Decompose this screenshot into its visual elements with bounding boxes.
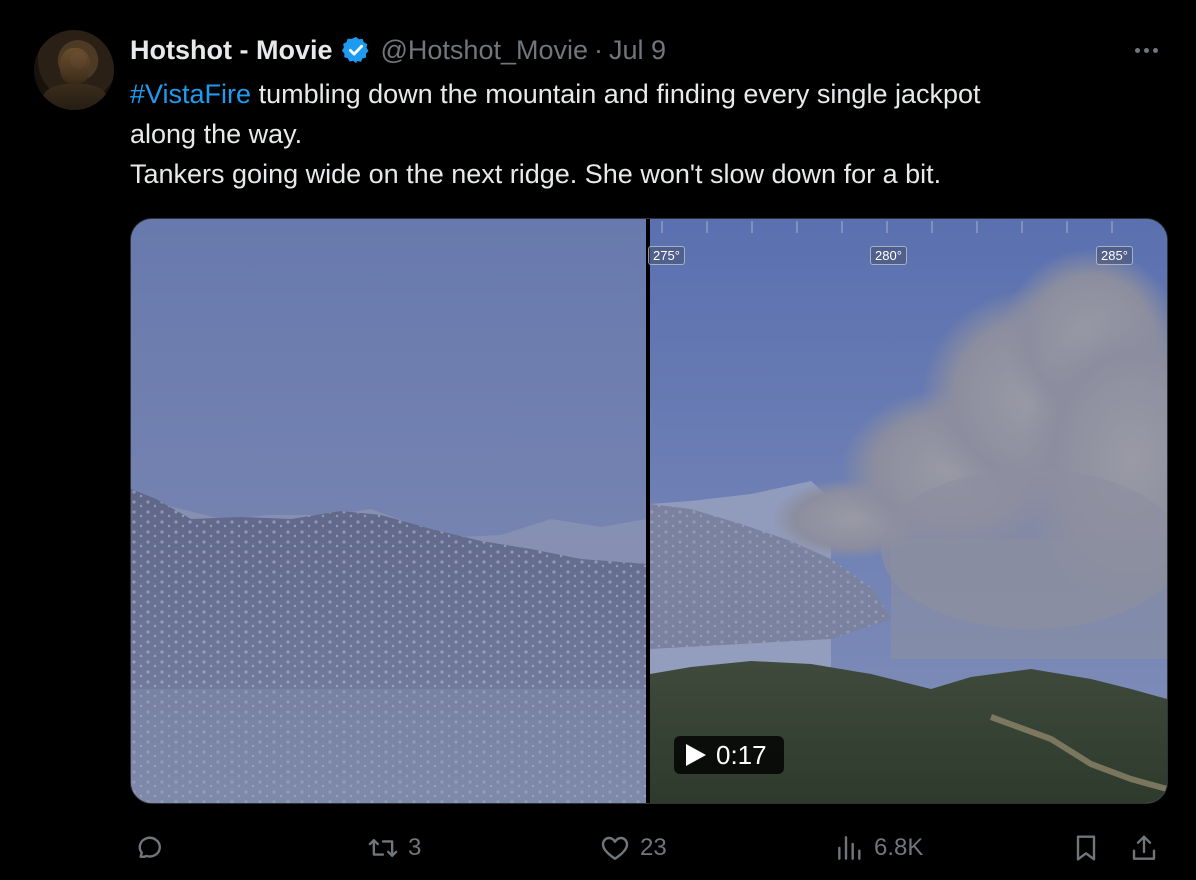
views-count: 6.8K [874, 834, 924, 861]
play-icon [686, 744, 706, 766]
avatar[interactable] [34, 30, 114, 110]
reply-icon [138, 836, 161, 859]
compass-label-275: 275° [648, 246, 685, 265]
tweet-header: Hotshot - Movie @Hotshot_Movie · Jul 9 [130, 30, 666, 70]
retweet-icon [368, 838, 398, 858]
tweet-text-line-1-rest: tumbling down the mountain and finding e… [251, 79, 981, 109]
views-chart-icon [838, 836, 861, 860]
verified-badge-icon [341, 35, 371, 65]
reply-button[interactable] [134, 828, 174, 868]
tweet-card[interactable]: Hotshot - Movie @Hotshot_Movie · Jul 9 #… [0, 0, 1196, 880]
tweet-text-line-2: along the way. [130, 119, 303, 149]
video-duration: 0:17 [716, 739, 767, 770]
share-button[interactable] [1128, 828, 1160, 868]
tweet-text: #VistaFire tumbling down the mountain an… [130, 74, 1160, 194]
views-button[interactable]: 6.8K [834, 828, 923, 868]
compass-label-280: 280° [870, 246, 907, 265]
tweet-text-line-3: Tankers going wide on the next ridge. Sh… [130, 159, 942, 189]
bookmark-icon [1076, 835, 1096, 861]
like-count: 23 [640, 834, 667, 861]
more-options-icon[interactable] [1128, 36, 1164, 64]
compass-label-285: 285° [1096, 246, 1133, 265]
retweet-count: 3 [408, 834, 422, 861]
video-duration-badge[interactable]: 0:17 [674, 736, 784, 774]
retweet-button[interactable]: 3 [366, 828, 421, 868]
video-media[interactable] [130, 218, 1168, 804]
bookmark-button[interactable] [1070, 828, 1102, 868]
tweet-date[interactable]: Jul 9 [609, 35, 666, 66]
like-button[interactable]: 23 [598, 828, 667, 868]
hashtag-link[interactable]: #VistaFire [130, 79, 251, 109]
action-bar: 3 23 6.8K [0, 828, 1196, 868]
share-icon [1132, 835, 1156, 860]
tweet-text-line-1: #VistaFire tumbling down the mountain an… [130, 74, 1160, 114]
video-frame [131, 219, 1167, 803]
header-separator: · [594, 34, 603, 65]
user-handle[interactable]: @Hotshot_Movie [381, 35, 589, 66]
heart-icon [601, 836, 629, 860]
left-haze [131, 689, 647, 803]
display-name[interactable]: Hotshot - Movie [130, 35, 333, 66]
video-divider [646, 219, 650, 803]
avatar-face [60, 48, 90, 84]
avatar-shoulders [42, 84, 108, 110]
